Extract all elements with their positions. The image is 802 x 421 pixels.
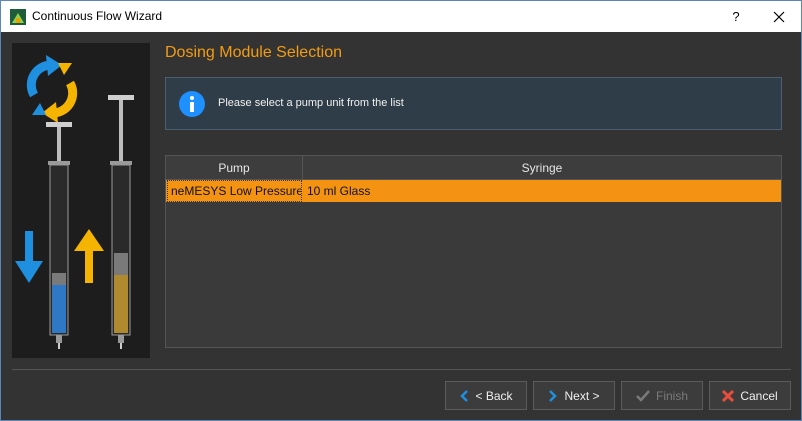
syringe-illustration: [12, 43, 150, 358]
finish-button[interactable]: Finish: [621, 381, 703, 410]
chevron-left-icon: [460, 389, 469, 402]
title-bar: Continuous Flow Wizard ?: [1, 1, 801, 32]
page-title: Dosing Module Selection: [165, 44, 342, 61]
back-label: < Back: [475, 388, 513, 403]
info-banner: Please select a pump unit from the list: [165, 77, 782, 130]
divider: [12, 369, 791, 370]
app-icon: [10, 9, 26, 25]
wizard-window: Continuous Flow Wizard ? Dosing Module S…: [0, 0, 802, 421]
close-button[interactable]: [757, 1, 801, 32]
finish-label: Finish: [655, 388, 688, 403]
cancel-button[interactable]: Cancel: [709, 381, 791, 410]
info-message: Please select a pump unit from the list: [218, 97, 404, 109]
back-button[interactable]: < Back: [445, 381, 527, 410]
column-header-pump[interactable]: Pump: [166, 156, 303, 180]
cell-syringe[interactable]: 10 ml Glass: [304, 180, 780, 202]
help-button[interactable]: ?: [719, 1, 753, 32]
checkmark-icon: [636, 389, 650, 402]
info-icon: [179, 91, 205, 117]
pump-table[interactable]: Pump Syringe neMESYS Low Pressure 2 10 m…: [165, 155, 782, 348]
table-header: Pump Syringe: [166, 156, 781, 180]
window-title: Continuous Flow Wizard: [32, 9, 163, 23]
cell-pump[interactable]: neMESYS Low Pressure 2: [167, 180, 302, 202]
next-button[interactable]: Next >: [533, 381, 615, 410]
chevron-right-icon: [549, 389, 558, 402]
next-label: Next >: [564, 388, 600, 403]
cancel-label: Cancel: [740, 388, 778, 403]
cancel-icon: [722, 389, 735, 402]
close-icon: [773, 11, 785, 22]
column-header-syringe[interactable]: Syringe: [303, 156, 781, 180]
table-row[interactable]: neMESYS Low Pressure 2 10 ml Glass: [166, 180, 781, 202]
